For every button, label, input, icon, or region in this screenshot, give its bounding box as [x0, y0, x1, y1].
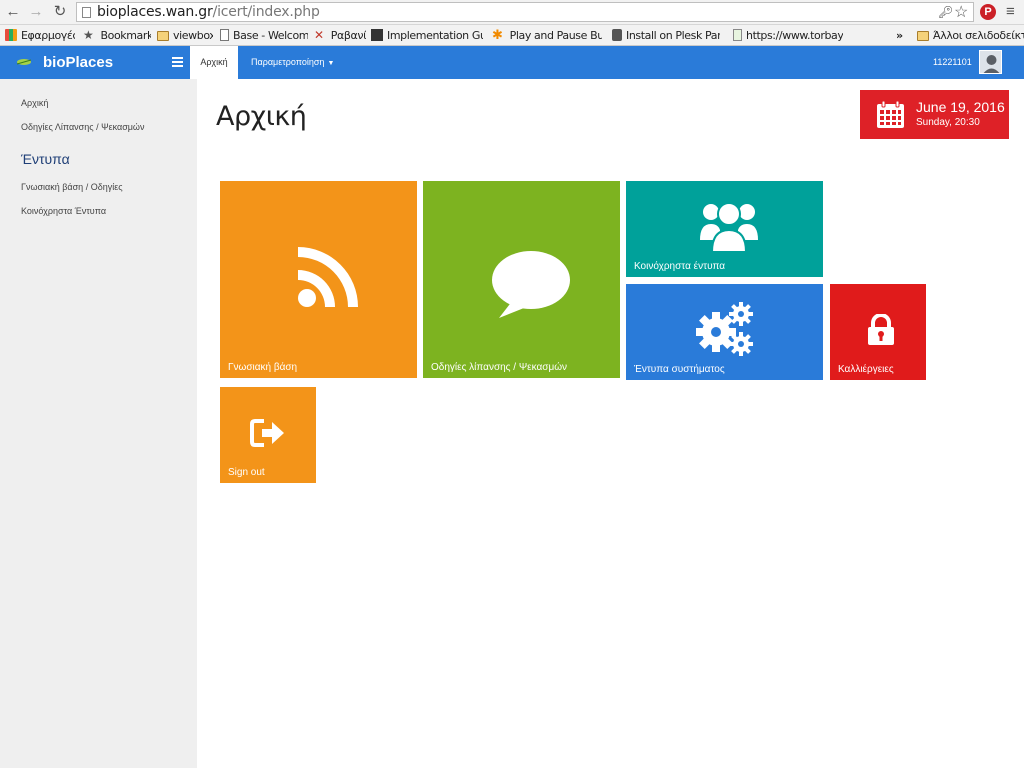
bookmark-play-pause[interactable]: ✱ Play and Pause Button: [492, 28, 602, 43]
tools-icon: ✕: [314, 28, 324, 42]
app-navbar: bioPlaces Αρχική Παραμετροποίηση ▼ 112211…: [0, 46, 1024, 79]
document-icon: [220, 29, 229, 41]
bookmarks-bar: Εφαρμογές ★ Bookmarks viewbox Base - Wel…: [0, 25, 1024, 46]
date-main: June 19, 2016: [916, 99, 1005, 115]
page-icon: [82, 7, 91, 18]
bookmark-other[interactable]: Άλλοι σελιδοδείκτες: [917, 28, 1024, 43]
bookmark-ravani[interactable]: ✕ Ραβανί: [314, 28, 366, 43]
bookmark-base-welcome[interactable]: Base - Welcome: [220, 28, 308, 43]
gears-icon: [696, 302, 753, 356]
tile-crops[interactable]: Καλλιέργειες: [830, 284, 926, 380]
tile-knowledge-base[interactable]: Γνωσιακή βάση: [220, 181, 417, 378]
tile-system-forms[interactable]: Έντυπα συστήματος: [626, 284, 823, 380]
tile-label: Κοινόχρηστα έντυπα: [634, 261, 726, 272]
user-silhouette-icon: [983, 55, 1000, 73]
bookmark-apps[interactable]: Εφαρμογές: [5, 28, 75, 43]
page-title: Αρχική: [216, 101, 307, 132]
sidebar: Αρχική Οδηγίες Λίπανσης / Ψεκασμών Έντυπ…: [0, 79, 197, 768]
hamburger-menu-icon[interactable]: [172, 57, 183, 67]
star-icon: ★: [83, 28, 94, 42]
nav-settings-dropdown[interactable]: Παραμετροποίηση ▼: [251, 46, 334, 79]
dark-page-icon: [371, 29, 383, 41]
tile-label: Έντυπα συστήματος: [634, 364, 725, 375]
bookmark-bookmarks[interactable]: ★ Bookmarks: [83, 28, 151, 43]
sidebar-item-knowledge-base[interactable]: Γνωσιακή βάση / Οδηγίες: [21, 182, 123, 193]
tile-label: Γνωσιακή βάση: [228, 362, 298, 373]
date-widget: June 19, 2016 Sunday, 20:30: [860, 90, 1009, 139]
folder-icon: [157, 31, 169, 41]
date-sub: Sunday, 20:30: [916, 117, 980, 128]
plesk-icon: [612, 29, 622, 41]
sidebar-item-home[interactable]: Αρχική: [21, 98, 48, 109]
folder-icon: [917, 31, 929, 41]
browser-menu-icon[interactable]: ≡: [1006, 3, 1015, 21]
apps-grid-icon: [5, 29, 17, 41]
rss-icon: [298, 247, 358, 307]
users-group-icon: [700, 202, 758, 252]
reload-icon[interactable]: ↻: [52, 4, 68, 20]
more-bookmarks-chevron[interactable]: »: [896, 28, 908, 43]
back-arrow-icon[interactable]: ←: [5, 4, 21, 20]
tile-sign-out[interactable]: Sign out: [220, 387, 316, 483]
caret-down-icon: ▼: [327, 60, 335, 67]
green-page-icon: [733, 29, 742, 41]
calendar-icon: [877, 100, 904, 128]
tile-label: Sign out: [228, 467, 265, 478]
key-icon[interactable]: 🔑︎: [938, 5, 953, 19]
avatar[interactable]: [979, 50, 1002, 74]
tile-shared-forms[interactable]: Κοινόχρηστα έντυπα: [626, 181, 823, 277]
tile-instructions[interactable]: Οδηγίες λίπανσης / Ψεκασμών: [423, 181, 620, 378]
browser-toolbar: ← → ↻ bioplaces.wan.gr/icert/index.php 🔑…: [0, 0, 1024, 25]
forward-arrow-icon[interactable]: →: [28, 4, 44, 20]
orange-asterisk-icon: ✱: [492, 28, 503, 43]
address-bar[interactable]: bioplaces.wan.gr/icert/index.php: [76, 2, 974, 22]
tile-label: Καλλιέργειες: [838, 364, 894, 375]
leaf-logo-icon: [16, 59, 32, 65]
lock-icon: [868, 314, 894, 345]
user-id[interactable]: 11221101: [933, 57, 972, 68]
sidebar-item-instructions[interactable]: Οδηγίες Λίπανσης / Ψεκασμών: [21, 122, 144, 133]
pinterest-icon[interactable]: P: [980, 4, 996, 20]
bookmark-torbay[interactable]: https://www.torbay.gov: [733, 28, 843, 43]
nav-tab-home[interactable]: Αρχική: [190, 46, 238, 79]
sidebar-item-shared-forms[interactable]: Κοινόχρηστα Έντυπα: [21, 206, 106, 217]
bookmark-viewbox[interactable]: viewbox: [157, 28, 213, 43]
bookmark-plesk[interactable]: Install on Plesk Panel: [612, 28, 720, 43]
speech-bubble-icon: [492, 251, 570, 318]
sign-out-icon: [250, 419, 284, 447]
sidebar-heading-forms: Έντυπα: [21, 151, 70, 167]
url-text[interactable]: bioplaces.wan.gr/icert/index.php: [97, 4, 320, 21]
bookmark-implementation-guide[interactable]: Implementation Guide: [371, 28, 483, 43]
bookmark-star-icon[interactable]: ☆: [954, 2, 968, 22]
brand-name[interactable]: bioPlaces: [43, 53, 113, 72]
tile-label: Οδηγίες λίπανσης / Ψεκασμών: [431, 362, 568, 373]
